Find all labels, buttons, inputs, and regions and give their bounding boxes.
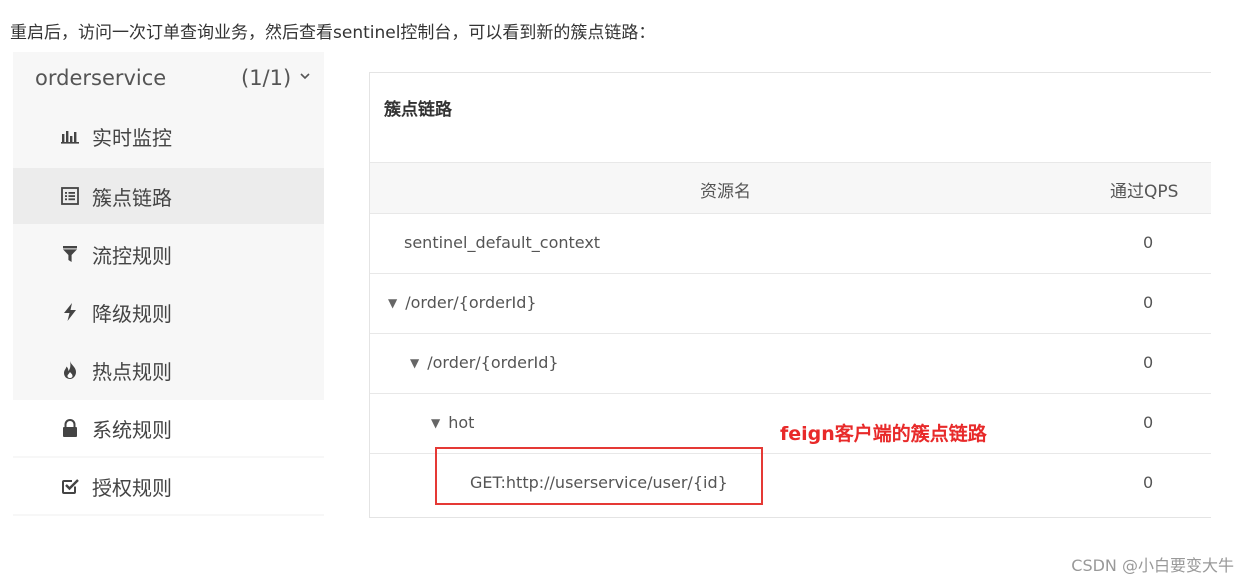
- table-row: ▼ /order/{orderId} 0: [370, 333, 1211, 394]
- sidebar-item-flow-rules[interactable]: 流控规则: [13, 226, 324, 282]
- column-header-resource-name: 资源名: [700, 182, 751, 202]
- chevron-down-icon: [300, 73, 310, 80]
- app-instance-count: (1/1): [241, 66, 292, 90]
- annotation-label: feign客户端的簇点链路: [780, 423, 987, 445]
- sidebar: orderservice (1/1) 实时监控 簇点链路 流控规则 降级规则 热…: [13, 52, 324, 516]
- lock-icon: [60, 418, 80, 438]
- pass-qps-value: 0: [1143, 293, 1154, 312]
- resource-name: hot: [448, 413, 475, 432]
- table-header: 资源名 通过QPS: [370, 162, 1211, 214]
- watermark: CSDN @小白要变大牛: [1071, 556, 1234, 575]
- sidebar-item-label: 系统规则: [92, 417, 172, 442]
- sidebar-item-system-rules[interactable]: 系统规则: [13, 400, 324, 456]
- sidebar-item-label: 簇点链路: [92, 185, 172, 210]
- expand-caret-icon[interactable]: ▼: [388, 296, 397, 310]
- fire-icon: [60, 360, 80, 380]
- sidebar-item-cluster-link[interactable]: 簇点链路: [13, 168, 324, 224]
- resource-name: /order/{orderId}: [427, 353, 559, 372]
- sidebar-item-label: 热点规则: [92, 359, 172, 384]
- intro-paragraph: 重启后，访问一次订单查询业务，然后查看sentinel控制台，可以看到新的簇点链…: [10, 23, 656, 43]
- panel-title: 簇点链路: [384, 100, 452, 120]
- sidebar-item-label: 流控规则: [92, 243, 172, 268]
- table-row: sentinel_default_context 0: [370, 213, 1211, 274]
- filter-icon: [60, 244, 80, 264]
- sidebar-item-degrade-rules[interactable]: 降级规则: [13, 284, 324, 340]
- expand-caret-icon[interactable]: ▼: [431, 416, 440, 430]
- column-header-pass-qps: 通过QPS: [1110, 182, 1179, 202]
- expand-caret-icon[interactable]: ▼: [410, 356, 419, 370]
- bar-chart-icon: [60, 126, 80, 146]
- pass-qps-value: 0: [1143, 353, 1154, 372]
- resource-name: /order/{orderId}: [405, 293, 537, 312]
- check-square-icon: [60, 476, 80, 496]
- app-selector[interactable]: orderservice (1/1): [13, 52, 324, 108]
- bolt-icon: [60, 302, 80, 322]
- table-row: ▼ /order/{orderId} 0: [370, 273, 1211, 334]
- sidebar-item-auth-rules[interactable]: 授权规则: [13, 458, 324, 514]
- pass-qps-value: 0: [1143, 413, 1154, 432]
- app-name: orderservice: [35, 66, 167, 90]
- highlight-box: [435, 447, 763, 505]
- pass-qps-value: 0: [1143, 233, 1154, 252]
- list-icon: [60, 186, 80, 206]
- sidebar-item-hotspot-rules[interactable]: 热点规则: [13, 342, 324, 398]
- pass-qps-value: 0: [1143, 473, 1154, 492]
- sidebar-item-label: 授权规则: [92, 475, 172, 500]
- sidebar-item-label: 降级规则: [92, 301, 172, 326]
- resource-name: sentinel_default_context: [404, 233, 601, 252]
- sidebar-item-realtime-monitor[interactable]: 实时监控: [13, 108, 324, 164]
- sidebar-item-label: 实时监控: [92, 125, 172, 150]
